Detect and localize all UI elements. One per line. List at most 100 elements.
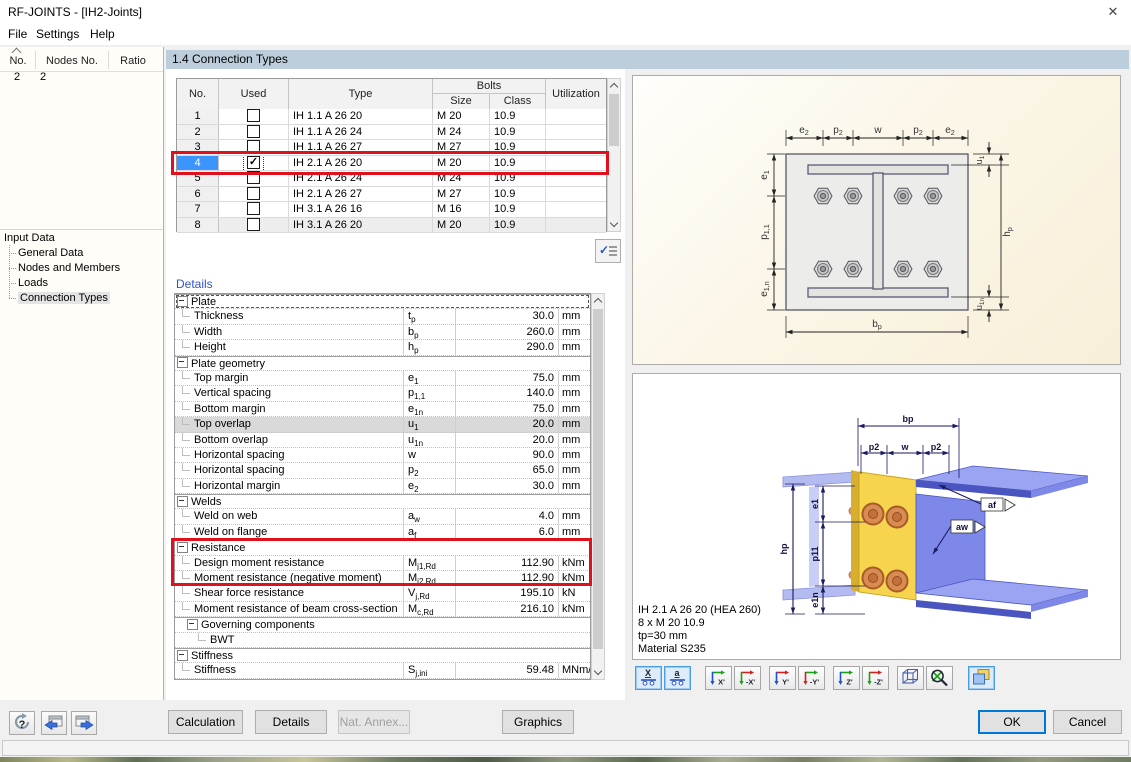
close-icon[interactable]: ✕: [1104, 4, 1122, 20]
view-axis-minus-z-button[interactable]: -Z': [862, 666, 889, 690]
value-cell[interactable]: 75.0: [456, 401, 559, 417]
scrollbar-thumb[interactable]: [609, 94, 619, 146]
type-cell[interactable]: IH 1.1 A 26 24: [289, 124, 433, 139]
next-window-button[interactable]: [71, 711, 97, 735]
col-used[interactable]: Used: [219, 79, 289, 109]
details-row[interactable]: Top margin e1 75.0 mm: [175, 370, 590, 387]
bolt-class-cell[interactable]: 10.9: [490, 217, 546, 232]
details-row[interactable]: Bottom overlap u1n 20.0 mm: [175, 432, 590, 448]
bolt-size-cell[interactable]: M 27: [433, 186, 490, 201]
sidebar-item-loads[interactable]: Loads: [0, 276, 163, 291]
details-row[interactable]: Plate geometry: [175, 355, 590, 371]
col-utilization[interactable]: Utilization: [546, 79, 606, 109]
view-isometric-button[interactable]: [897, 666, 924, 690]
details-row[interactable]: Vertical spacing p1,1 140.0 mm: [175, 386, 590, 402]
value-cell[interactable]: 20.0: [456, 417, 559, 432]
col-type[interactable]: Type: [289, 79, 433, 109]
col-bolts[interactable]: Bolts: [433, 79, 546, 94]
table-row[interactable]: 1 IH 1.1 A 26 20 M 20 10.9: [177, 109, 606, 125]
used-checkbox[interactable]: [247, 109, 260, 123]
col-class[interactable]: Class: [490, 94, 546, 109]
details-row[interactable]: Height hp 290.0 mm: [175, 340, 590, 356]
details-row[interactable]: Horizontal spacing w 90.0 mm: [175, 447, 590, 464]
details-row[interactable]: Bottom margin e1n 75.0 mm: [175, 401, 590, 418]
graphics-button[interactable]: Graphics: [502, 710, 574, 734]
details-row[interactable]: Governing components: [175, 617, 590, 633]
menu-settings[interactable]: Settings: [36, 27, 79, 41]
details-row[interactable]: Shear force resistance Vj,Rd 195.10 kN: [175, 586, 590, 602]
used-cell[interactable]: [219, 202, 289, 217]
scroll-down-icon[interactable]: [592, 665, 604, 679]
sidebar-item-general-data[interactable]: General Data: [0, 246, 163, 261]
table-row[interactable]: 2 IH 1.1 A 26 24 M 24 10.9: [177, 124, 606, 140]
details-row[interactable]: Horizontal margin e2 30.0 mm: [175, 478, 590, 495]
details-row[interactable]: BWT: [175, 632, 590, 648]
value-cell[interactable]: 260.0: [456, 324, 559, 340]
details-row[interactable]: Moment resistance of beam cross-section M…: [175, 601, 590, 618]
collapse-icon[interactable]: [177, 295, 188, 307]
nat-annex-button[interactable]: Nat. Annex...: [338, 710, 410, 734]
used-cell[interactable]: [219, 124, 289, 139]
bolt-class-cell[interactable]: 10.9: [490, 109, 546, 124]
type-cell[interactable]: IH 2.1 A 26 27: [289, 186, 433, 201]
details-button[interactable]: Details: [255, 710, 327, 734]
view-axis-z-button[interactable]: Z': [833, 666, 860, 690]
bolt-size-cell[interactable]: M 20: [433, 217, 490, 232]
value-cell[interactable]: 75.0: [456, 370, 559, 386]
bolt-class-cell[interactable]: 10.9: [490, 186, 546, 201]
cancel-button[interactable]: Cancel: [1053, 710, 1122, 734]
details-row[interactable]: Thickness tp 30.0 mm: [175, 309, 590, 325]
collapse-icon[interactable]: [177, 495, 188, 507]
view-axis-x-button[interactable]: X': [705, 666, 732, 690]
select-connection-types-button[interactable]: ✓: [595, 239, 621, 263]
scroll-up-icon[interactable]: [608, 79, 620, 93]
collapse-icon[interactable]: [187, 618, 198, 630]
value-cell[interactable]: 30.0: [456, 478, 559, 494]
row-number[interactable]: 6: [177, 186, 219, 201]
table-row[interactable]: 6 IH 2.1 A 26 27 M 27 10.9: [177, 186, 606, 202]
row-number[interactable]: 2: [177, 124, 219, 139]
type-cell[interactable]: IH 3.1 A 26 20: [289, 217, 433, 232]
nav-col-no[interactable]: No.: [0, 55, 36, 67]
nav-table-row[interactable]: 2 2: [0, 71, 163, 88]
view-axis-y-button[interactable]: Y': [769, 666, 796, 690]
table-row[interactable]: 8 IH 3.1 A 26 20 M 20 10.9: [177, 217, 606, 233]
table-row[interactable]: 7 IH 3.1 A 26 16 M 16 10.9: [177, 202, 606, 218]
value-cell[interactable]: 195.10: [456, 586, 559, 601]
layers-button[interactable]: [968, 666, 995, 690]
utilization-cell[interactable]: [546, 109, 606, 124]
sidebar-item-nodes-and-members[interactable]: Nodes and Members: [0, 261, 163, 276]
scrollbar-thumb[interactable]: [593, 309, 603, 649]
bolt-size-cell[interactable]: M 20: [433, 109, 490, 124]
used-checkbox[interactable]: [247, 124, 260, 138]
row-number[interactable]: 7: [177, 202, 219, 217]
type-cell[interactable]: IH 1.1 A 26 20: [289, 109, 433, 124]
value-cell[interactable]: 216.10: [456, 601, 559, 617]
ok-button[interactable]: OK: [978, 710, 1046, 734]
details-row[interactable]: Weld on web aw 4.0 mm: [175, 509, 590, 525]
value-cell[interactable]: 4.0: [456, 509, 559, 524]
used-checkbox[interactable]: [247, 202, 260, 216]
value-cell[interactable]: 140.0: [456, 386, 559, 401]
col-no[interactable]: No.: [177, 79, 219, 109]
value-cell[interactable]: 90.0: [456, 447, 559, 463]
view-axis-minus-y-button[interactable]: -Y': [798, 666, 825, 690]
collapse-icon[interactable]: [177, 357, 188, 369]
previous-window-button[interactable]: [41, 711, 67, 735]
utilization-cell[interactable]: [546, 125, 606, 140]
utilization-cell[interactable]: [546, 202, 606, 217]
scroll-down-icon[interactable]: [608, 217, 620, 231]
used-cell[interactable]: [219, 109, 289, 124]
collapse-icon[interactable]: [177, 649, 188, 661]
scroll-up-icon[interactable]: [592, 294, 604, 308]
calculation-button[interactable]: Calculation: [168, 710, 243, 734]
type-cell[interactable]: IH 3.1 A 26 16: [289, 202, 433, 217]
view-section-a-button[interactable]: a: [664, 666, 691, 690]
row-number[interactable]: 1: [177, 109, 219, 124]
details-row[interactable]: StiffnessSj,ini59.48MNm/ra: [175, 663, 590, 679]
used-cell[interactable]: [219, 186, 289, 201]
utilization-cell[interactable]: [546, 187, 606, 202]
value-cell[interactable]: 30.0: [456, 309, 559, 324]
bolt-size-cell[interactable]: M 24: [433, 124, 490, 139]
value-cell[interactable]: 59.48: [456, 663, 559, 678]
